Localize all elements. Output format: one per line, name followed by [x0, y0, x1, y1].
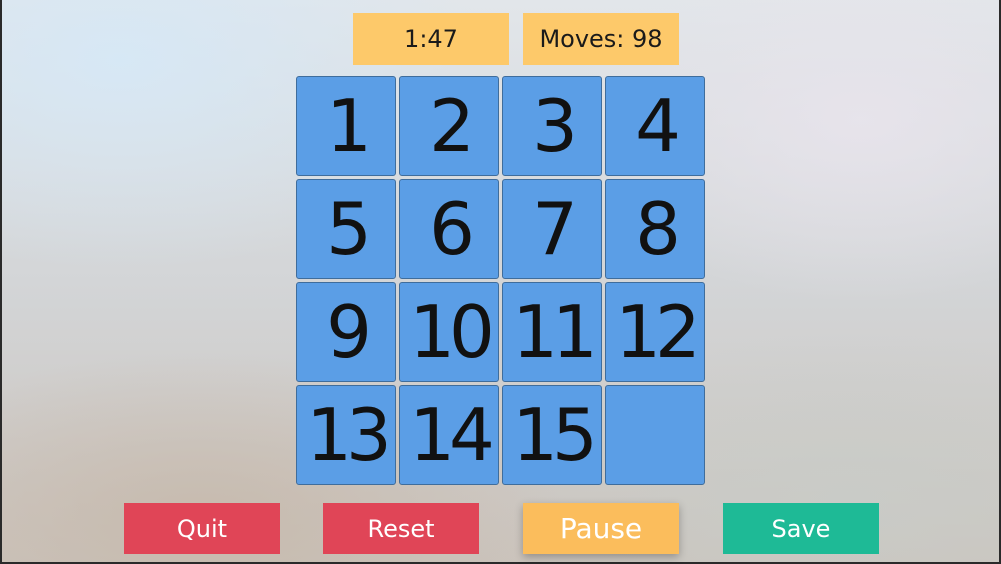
puzzle-board: 1 2 3 4 5 6 7 8 9 10 11 12 13 14 15	[296, 76, 706, 486]
puzzle-tile[interactable]: 2	[399, 76, 499, 176]
empty-tile-slot[interactable]	[605, 385, 705, 485]
move-counter: Moves: 98	[523, 13, 679, 65]
save-button[interactable]: Save	[723, 503, 879, 554]
reset-button[interactable]: Reset	[323, 503, 479, 554]
puzzle-tile[interactable]: 15	[502, 385, 602, 485]
puzzle-tile[interactable]: 12	[605, 282, 705, 382]
puzzle-tile[interactable]: 9	[296, 282, 396, 382]
move-count-value: Moves: 98	[539, 25, 663, 53]
pause-button[interactable]: Pause	[523, 503, 679, 554]
puzzle-tile[interactable]: 3	[502, 76, 602, 176]
puzzle-tile[interactable]: 1	[296, 76, 396, 176]
puzzle-tile[interactable]: 13	[296, 385, 396, 485]
puzzle-tile[interactable]: 8	[605, 179, 705, 279]
puzzle-tile[interactable]: 11	[502, 282, 602, 382]
puzzle-tile[interactable]: 10	[399, 282, 499, 382]
puzzle-tile[interactable]: 14	[399, 385, 499, 485]
puzzle-tile[interactable]: 6	[399, 179, 499, 279]
puzzle-tile[interactable]: 5	[296, 179, 396, 279]
puzzle-tile[interactable]: 4	[605, 76, 705, 176]
quit-button[interactable]: Quit	[124, 503, 280, 554]
puzzle-tile[interactable]: 7	[502, 179, 602, 279]
timer-value: 1:47	[404, 25, 458, 53]
timer-display: 1:47	[353, 13, 509, 65]
